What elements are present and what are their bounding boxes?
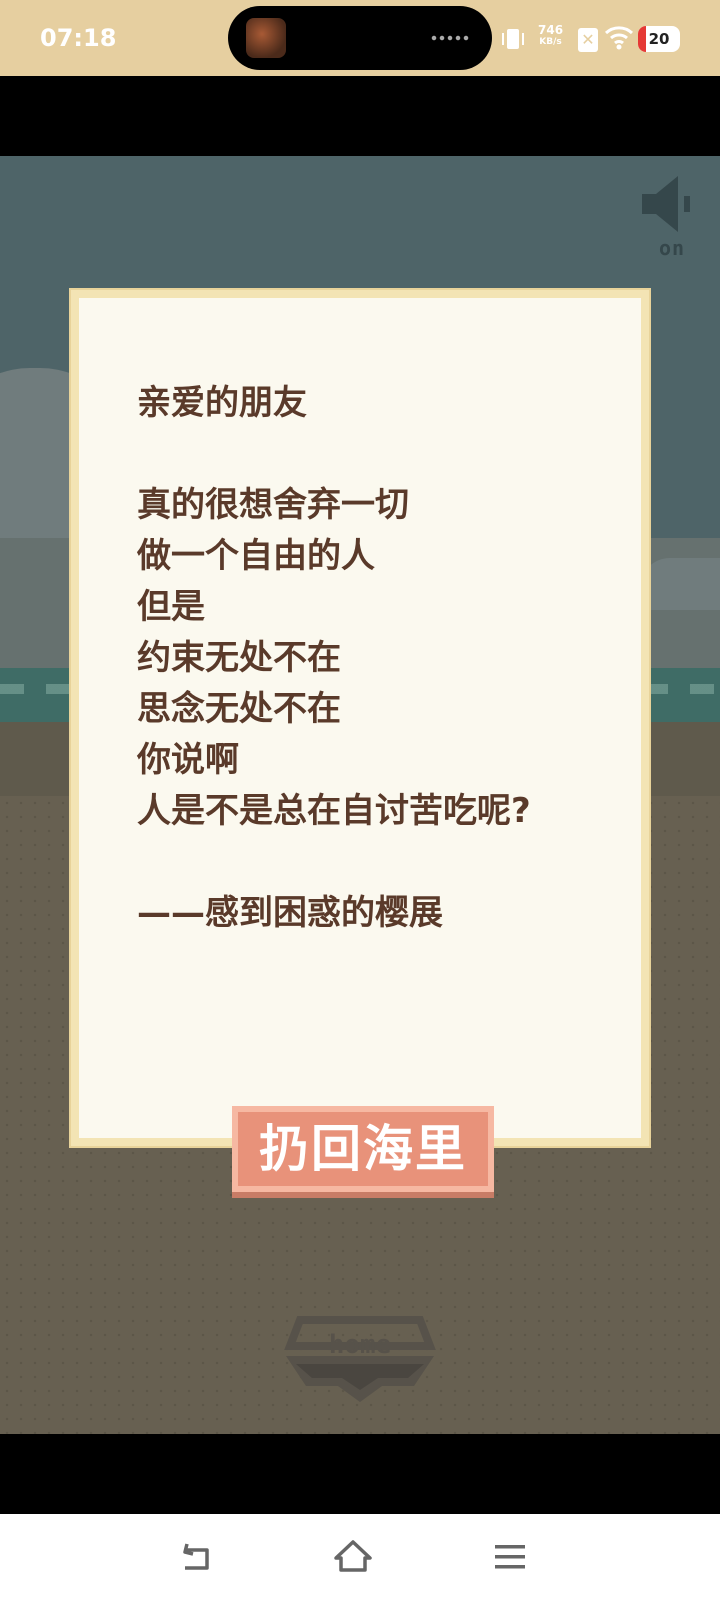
throw-back-to-sea-button[interactable]: 扔回海里: [232, 1106, 494, 1192]
speaker-icon: [642, 176, 690, 232]
letter-line: 真的很想舍弃一切: [137, 485, 409, 525]
letter-signature: ——感到困惑的樱展: [137, 893, 443, 933]
battery-level: 20: [648, 30, 670, 48]
app-thumbnail-icon: [246, 18, 286, 58]
sim-off-icon: ✕: [578, 28, 598, 52]
cloud: [640, 558, 720, 610]
letter-line: 亲爱的朋友: [137, 383, 307, 423]
letter-card: 亲爱的朋友 真的很想舍弃一切 做一个自由的人 但是 约束无处不在 思念无处不在 …: [71, 290, 649, 1146]
dynamic-island[interactable]: [228, 6, 492, 70]
letter-line: [137, 837, 617, 888]
back-icon[interactable]: [173, 1532, 223, 1582]
clock: 07:18: [40, 24, 117, 52]
home-icon[interactable]: [328, 1532, 378, 1582]
letter-line: [137, 429, 617, 480]
network-speed: 746 KB/s: [538, 24, 563, 48]
vibrate-icon: [502, 29, 524, 49]
letter-line: 做一个自由的人: [137, 536, 375, 576]
letter-line: 约束无处不在: [137, 638, 341, 678]
menu-icon[interactable]: [485, 1532, 535, 1582]
network-speed-unit: KB/s: [539, 37, 562, 47]
activity-dots-icon: [430, 34, 470, 42]
letter-line: 但是: [137, 587, 205, 627]
sound-toggle-button[interactable]: on: [642, 176, 702, 266]
home-button[interactable]: home: [282, 1316, 438, 1416]
network-speed-value: 746: [538, 23, 564, 37]
letter-line: 人是不是总在自讨苦吃呢?: [137, 791, 531, 831]
sound-state-label: on: [658, 236, 686, 260]
system-nav-bar: [0, 1514, 720, 1600]
letter-line: 你说啊: [137, 740, 239, 780]
status-bar: 07:18 746 KB/s ✕ 20: [0, 0, 720, 76]
letter-body: 亲爱的朋友 真的很想舍弃一切 做一个自由的人 但是 约束无处不在 思念无处不在 …: [137, 378, 617, 939]
battery-icon: 20: [638, 26, 680, 52]
wifi-icon: [604, 26, 634, 50]
letter-line: 思念无处不在: [137, 689, 341, 729]
home-label: home: [328, 1330, 392, 1360]
